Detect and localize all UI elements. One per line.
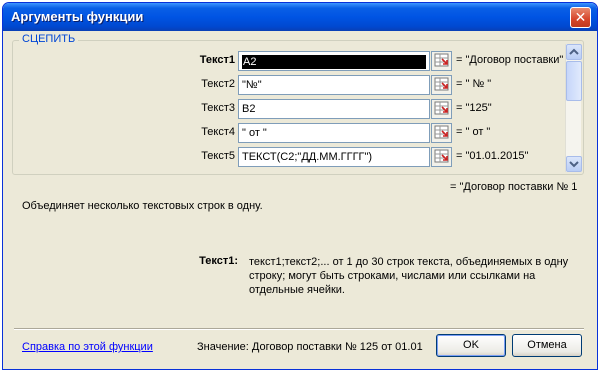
arg-row-3: Текст3 B2 = "125" [13, 99, 553, 119]
range-select-icon [434, 101, 449, 115]
range-select-icon [434, 77, 449, 91]
cell-reference-button[interactable] [431, 99, 452, 119]
range-select-icon [434, 53, 449, 67]
arg-result: = " от " [456, 126, 491, 138]
arg-label: Текст5 [201, 150, 235, 162]
cell-reference-button[interactable] [431, 147, 452, 167]
function-help-link[interactable]: Справка по этой функции [22, 341, 153, 353]
arg-help-text: текст1;текст2;... от 1 до 30 строк текст… [249, 256, 569, 296]
arg-result: = "Договор поставки" [456, 54, 564, 66]
arg-label: Текст4 [201, 126, 235, 138]
arg-result: = "125" [456, 102, 492, 114]
arguments-scrollbar[interactable] [565, 44, 582, 172]
formula-result: = "Договор поставки № 1 [450, 181, 578, 193]
scroll-thumb[interactable] [566, 61, 582, 101]
scroll-down-button[interactable] [566, 156, 582, 172]
separator [14, 328, 584, 330]
cell-reference-button[interactable] [431, 75, 452, 95]
arg-label: Текст3 [201, 102, 235, 114]
arg-input-text4[interactable]: " от " [238, 123, 430, 143]
scroll-up-button[interactable] [566, 44, 582, 60]
dialog-body: СЦЕПИТЬ Текст1 A2 = "Договор поставки" Т… [6, 31, 594, 366]
arg-row-2: Текст2 "№" = " № " [13, 75, 553, 95]
range-select-icon [434, 149, 449, 163]
arguments-group: СЦЕПИТЬ Текст1 A2 = "Договор поставки" Т… [12, 33, 584, 175]
arg-input-value: A2 [242, 55, 426, 69]
formula-value: Значение: Договор поставки № 125 от 01.0… [197, 341, 423, 353]
arg-row-5: Текст5 ТЕКСТ(C2;"ДД.ММ.ГГГГ") = "01.01.2… [13, 147, 553, 167]
arg-result: = " № " [456, 78, 492, 90]
arg-row-1: Текст1 A2 = "Договор поставки" [13, 51, 563, 71]
arg-input-text1[interactable]: A2 [238, 51, 430, 71]
arg-result: = "01.01.2015" [456, 150, 529, 162]
function-name-label: СЦЕПИТЬ [19, 33, 79, 45]
function-arguments-dialog: Аргументы функции ✕ СЦЕПИТЬ Текст1 A2 = … [2, 2, 598, 370]
arg-help-label: Текст1: [199, 255, 238, 267]
chevron-down-icon [569, 161, 579, 168]
arg-input-text2[interactable]: "№" [238, 75, 430, 95]
chevron-up-icon [569, 48, 579, 55]
close-button[interactable]: ✕ [570, 7, 591, 28]
cell-reference-button[interactable] [431, 123, 452, 143]
arg-input-text5[interactable]: ТЕКСТ(C2;"ДД.ММ.ГГГГ") [238, 147, 430, 167]
function-description: Объединяет несколько текстовых строк в о… [22, 200, 263, 212]
arg-label: Текст1 [199, 54, 235, 66]
arg-label: Текст2 [201, 78, 235, 90]
arg-row-4: Текст4 " от " = " от " [13, 123, 553, 143]
window-title: Аргументы функции [11, 9, 144, 24]
range-select-icon [434, 125, 449, 139]
cell-reference-button[interactable] [431, 51, 452, 71]
ok-button[interactable]: OK [436, 334, 506, 357]
title-bar[interactable]: Аргументы функции ✕ [3, 3, 597, 31]
close-icon: ✕ [574, 9, 587, 25]
cancel-button[interactable]: Отмена [512, 334, 582, 357]
arg-input-text3[interactable]: B2 [238, 99, 430, 119]
